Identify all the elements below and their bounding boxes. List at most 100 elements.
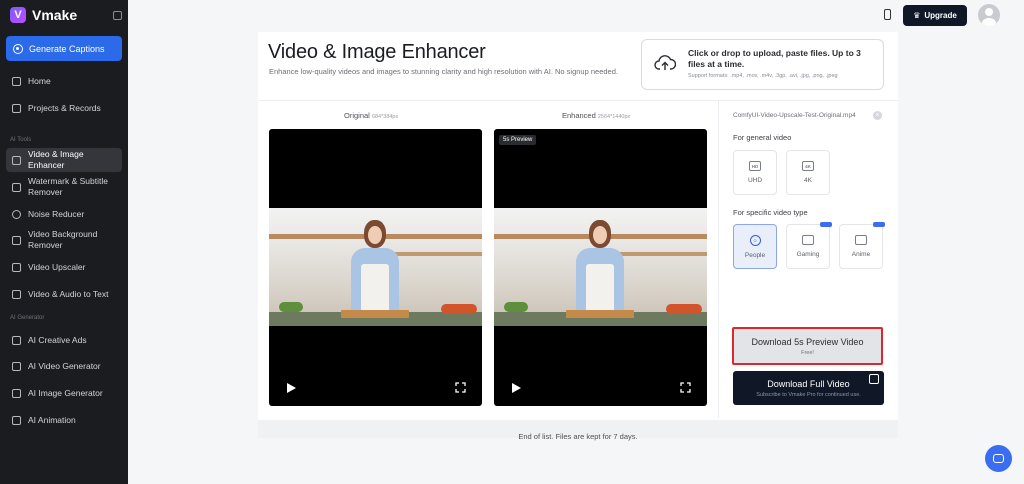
crown-icon: ♛ bbox=[913, 11, 921, 20]
upload-formats: Support formats: .mp4, .mov, .m4v, .3gp,… bbox=[688, 73, 838, 79]
upload-instructions: Click or drop to upload, paste files. Up… bbox=[688, 48, 861, 69]
sidebar-item-label: Watermark & Subtitle Remover bbox=[28, 176, 108, 197]
play-icon[interactable] bbox=[287, 383, 296, 393]
video-frame bbox=[269, 208, 482, 326]
section-ai-generator: AI Generator bbox=[10, 315, 45, 321]
pro-icon bbox=[869, 374, 879, 384]
sidebar-item-label: AI Creative Ads bbox=[28, 334, 87, 345]
page-title: Video & Image Enhancer bbox=[268, 41, 486, 63]
ads-icon bbox=[12, 335, 21, 345]
hd-icon: HD bbox=[749, 161, 761, 171]
panel-divider bbox=[718, 100, 719, 418]
brand-name: Vmake bbox=[32, 7, 78, 23]
option-4k[interactable]: 4K 4K bbox=[786, 150, 830, 195]
original-label: Original 684*384px bbox=[344, 111, 398, 120]
upload-dropzone[interactable]: Click or drop to upload, paste files. Up… bbox=[641, 39, 884, 90]
sidebar-item-creative-ads[interactable]: AI Creative Ads bbox=[6, 334, 122, 346]
play-icon[interactable] bbox=[512, 383, 521, 393]
option-label: Gaming bbox=[796, 251, 820, 258]
vmake-logo: V bbox=[10, 7, 26, 23]
sidebar-item-watermark-remover[interactable]: Watermark & Subtitle Remover bbox=[6, 176, 122, 198]
mobile-icon[interactable] bbox=[884, 9, 891, 20]
download-preview-label: Download 5s Preview Video bbox=[751, 336, 864, 347]
projects-icon bbox=[12, 103, 21, 113]
sidebar-item-noise-reducer[interactable]: Noise Reducer bbox=[6, 208, 122, 220]
background-icon bbox=[12, 235, 21, 245]
enhanced-label-text: Enhanced bbox=[562, 111, 596, 120]
download-full-sub: Subscribe to Vmake Pro for continued use… bbox=[756, 391, 861, 398]
pro-badge bbox=[873, 222, 885, 227]
noise-icon bbox=[12, 209, 21, 219]
option-anime[interactable]: Anime bbox=[839, 222, 885, 269]
sidebar-item-label: AI Image Generator bbox=[28, 387, 103, 398]
sidebar-item-label: Home bbox=[28, 75, 51, 86]
download-preview-sub: Free! bbox=[801, 349, 814, 356]
page-subtitle: Enhance low-quality videos and images to… bbox=[269, 67, 618, 76]
generate-captions-button[interactable]: Generate Captions bbox=[6, 36, 122, 61]
enhanced-dimensions: 2564*1440px bbox=[597, 114, 631, 120]
sidebar-item-label: Noise Reducer bbox=[28, 208, 85, 219]
transcribe-icon bbox=[12, 289, 21, 299]
home-icon bbox=[12, 76, 21, 86]
original-label-text: Original bbox=[344, 111, 370, 120]
image-generator-icon bbox=[12, 388, 21, 398]
sidebar-item-label: Video & Image Enhancer bbox=[28, 149, 84, 170]
file-name: ComfyUI-Video-Upscale-Test-Original.mp4 bbox=[733, 112, 856, 119]
sidebar-item-video-generator[interactable]: AI Video Generator bbox=[6, 360, 122, 372]
sidebar-item-transcribe[interactable]: Video & Audio to Text bbox=[6, 288, 122, 300]
pro-badge bbox=[820, 222, 832, 227]
4k-icon: 4K bbox=[802, 161, 814, 171]
preview-badge: 5s Preview bbox=[499, 135, 537, 145]
sidebar-item-projects[interactable]: Projects & Records bbox=[6, 102, 122, 114]
sidebar-item-home[interactable]: Home bbox=[6, 75, 122, 87]
enhanced-label: Enhanced 2564*1440px bbox=[562, 111, 630, 120]
enhanced-video-player[interactable]: 5s Preview bbox=[494, 129, 707, 406]
list-footer-text: End of list. Files are kept for 7 days. bbox=[518, 432, 638, 441]
fullscreen-icon[interactable] bbox=[680, 382, 691, 393]
sidebar-item-label: Video Background Remover bbox=[28, 229, 98, 250]
option-gaming[interactable]: Gaming bbox=[786, 222, 832, 269]
avatar[interactable] bbox=[978, 4, 1000, 26]
close-icon[interactable]: × bbox=[873, 111, 882, 120]
download-preview-button[interactable]: Download 5s Preview Video Free! bbox=[732, 327, 883, 365]
eraser-icon bbox=[12, 182, 21, 192]
option-label: Anime bbox=[851, 251, 871, 258]
captions-icon bbox=[13, 43, 23, 54]
option-uhd[interactable]: HD UHD bbox=[733, 150, 777, 195]
sidebar: V Vmake Generate Captions Home Projects … bbox=[0, 0, 128, 484]
sidebar-item-label: Projects & Records bbox=[28, 102, 101, 113]
cloud-upload-icon bbox=[654, 55, 676, 70]
upscaler-icon bbox=[12, 262, 21, 272]
original-video-player[interactable] bbox=[269, 129, 482, 406]
sidebar-item-image-generator[interactable]: AI Image Generator bbox=[6, 387, 122, 399]
sidebar-item-animation[interactable]: AI Animation bbox=[6, 414, 122, 426]
gamepad-icon bbox=[802, 235, 814, 245]
video-generator-icon bbox=[12, 361, 21, 371]
option-label: 4K bbox=[804, 177, 812, 184]
upgrade-button[interactable]: ♛ Upgrade bbox=[903, 5, 967, 26]
people-icon: ☺ bbox=[749, 234, 761, 246]
sidebar-collapse-icon[interactable] bbox=[113, 11, 122, 20]
section-ai-tools: AI Tools bbox=[10, 137, 32, 143]
sidebar-item-label: AI Video Generator bbox=[28, 360, 101, 371]
chat-icon bbox=[993, 454, 1004, 463]
sidebar-item-background-remover[interactable]: Video Background Remover bbox=[6, 229, 122, 251]
sidebar-item-label: Video & Audio to Text bbox=[28, 288, 109, 299]
generate-captions-label: Generate Captions bbox=[29, 43, 105, 54]
download-full-label: Download Full Video bbox=[767, 378, 850, 389]
sidebar-item-enhancer[interactable]: Video & Image Enhancer bbox=[6, 148, 122, 172]
specific-heading: For specific video type bbox=[733, 208, 808, 217]
enhancer-icon bbox=[12, 155, 21, 165]
video-frame bbox=[494, 208, 707, 326]
download-full-button[interactable]: Download Full Video Subscribe to Vmake P… bbox=[733, 371, 884, 405]
chat-button[interactable] bbox=[985, 445, 1012, 472]
brand[interactable]: V Vmake bbox=[10, 7, 77, 23]
sidebar-item-upscaler[interactable]: Video Upscaler bbox=[6, 261, 122, 273]
fullscreen-icon[interactable] bbox=[455, 382, 466, 393]
general-heading: For general video bbox=[733, 133, 792, 142]
option-people[interactable]: ☺ People bbox=[733, 224, 777, 269]
anime-icon bbox=[855, 235, 867, 245]
option-label: People bbox=[744, 251, 766, 259]
original-dimensions: 684*384px bbox=[371, 114, 399, 120]
option-label: UHD bbox=[747, 177, 763, 184]
